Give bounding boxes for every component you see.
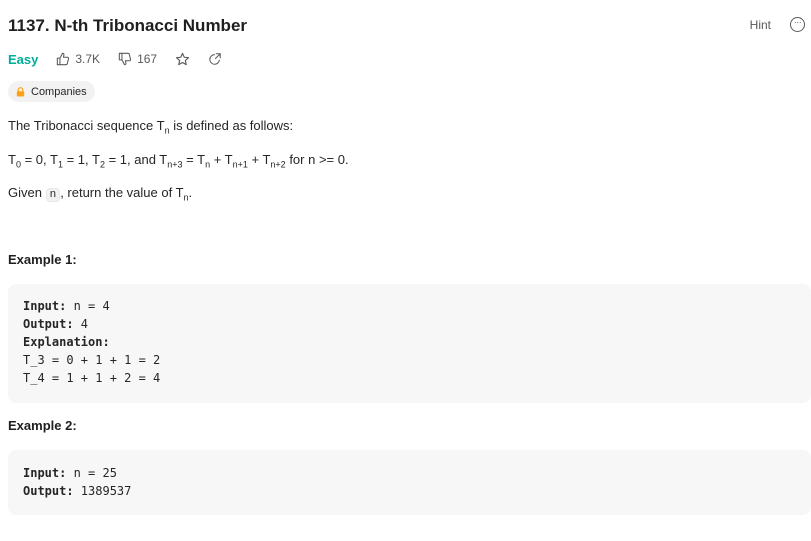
- problem-title: 1137. N-th Tribonacci Number: [8, 16, 248, 35]
- description-recurrence: T0 = 0, T1 = 1, T2 = 1, and Tn+3 = Tn + …: [8, 152, 349, 170]
- example-1-explanation-line: T_3 = 0 + 1 + 1 = 2: [23, 353, 161, 367]
- example-2-code-block: Input: n = 25 Output: 1389537: [8, 450, 811, 515]
- inline-code-n: n: [45, 188, 61, 202]
- problem-header: 1137. N-th Tribonacci Number Hint ···: [8, 14, 805, 38]
- example-2-title: Example 2:: [8, 418, 77, 433]
- difficulty-badge: Easy: [8, 51, 39, 67]
- description-sequence-intro: The Tribonacci sequence Tn is defined as…: [8, 118, 294, 136]
- like-button[interactable]: 3.7K: [56, 52, 100, 66]
- thumbs-down-icon: [118, 52, 132, 66]
- example-2-input: Input: n = 25: [23, 466, 117, 480]
- description-task: Given n, return the value of Tn.: [8, 185, 193, 203]
- example-2-output: Output: 1389537: [23, 484, 132, 498]
- dislike-button[interactable]: 167: [118, 52, 157, 66]
- more-options-icon[interactable]: ···: [790, 17, 805, 32]
- example-1-output: Output: 4: [23, 317, 89, 331]
- example-1-title: Example 1:: [8, 252, 77, 267]
- share-button[interactable]: [208, 52, 222, 66]
- companies-tag[interactable]: Companies: [8, 81, 95, 102]
- hint-button[interactable]: Hint: [750, 18, 771, 32]
- example-1-code-block: Input: n = 4 Output: 4 Explanation: T_3 …: [8, 284, 811, 403]
- favorite-button[interactable]: [175, 52, 190, 67]
- thumbs-up-icon: [57, 52, 70, 66]
- share-icon: [209, 53, 221, 65]
- problem-meta-bar: Easy 3.7K 167: [8, 50, 240, 68]
- example-1-explanation-line: T_4 = 1 + 1 + 2 = 4: [23, 371, 161, 385]
- example-1-input: Input: n = 4: [23, 299, 110, 313]
- like-count: 3.7K: [75, 52, 101, 66]
- dislike-count: 167: [137, 52, 158, 66]
- companies-label: Companies: [31, 85, 87, 98]
- example-1-explanation-label: Explanation:: [23, 335, 110, 349]
- star-icon: [176, 52, 190, 65]
- lock-icon: [16, 86, 25, 96]
